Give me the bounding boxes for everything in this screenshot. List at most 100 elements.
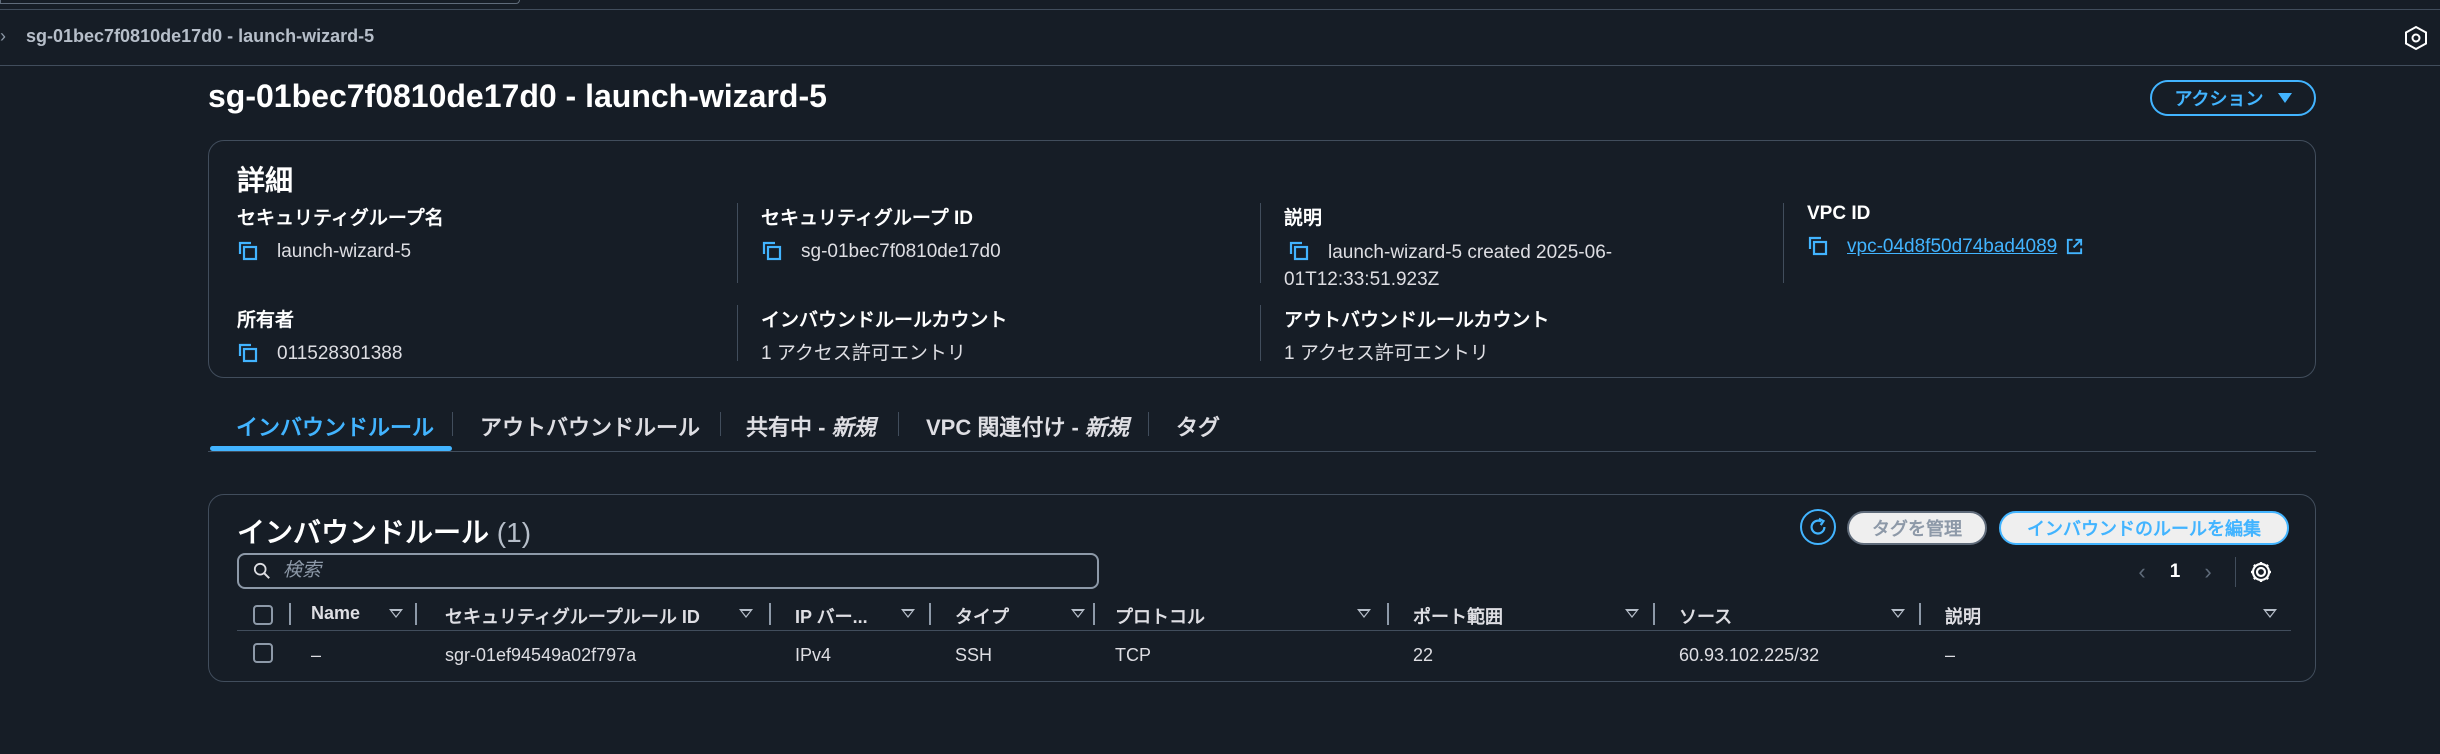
copy-icon[interactable] [761,240,783,262]
cell-protocol: TCP [1115,645,1151,665]
sg-id-value: sg-01bec7f0810de17d0 [801,241,1001,262]
tab-divider [720,412,721,436]
description-label: 説明 [1284,208,1323,229]
sort-icon[interactable] [739,609,753,618]
page-number[interactable]: 1 [2157,561,2193,583]
sg-id-label: セキュリティグループ ID [761,208,973,229]
col-name[interactable]: Name [311,603,360,624]
search-input[interactable] [283,560,1063,582]
description-value-line2: 01T12:33:51.923Z [1284,269,1440,290]
tab-vpc-label: VPC 関連付け - [926,415,1085,440]
tab-sharing-label: 共有中 - [746,415,832,440]
tab-divider [452,412,453,436]
active-tab-indicator [210,446,452,451]
actions-button[interactable]: アクション [2150,80,2316,116]
cell-source: 60.93.102.225/32 [1679,645,1820,665]
sg-id-field: セキュリティグループ ID sg-01bec7f0810de17d0 [737,203,1281,283]
col-type[interactable]: タイプ [955,603,1009,629]
select-all-checkbox[interactable] [253,605,273,625]
browser-top-strip [0,0,2440,10]
cell-name: – [311,645,322,665]
row-checkbox[interactable] [253,643,273,663]
col-source[interactable]: ソース [1679,603,1732,629]
breadcrumb-current: sg-01bec7f0810de17d0 - launch-wizard-5 [26,26,375,46]
pagination: ‹ 1 › [2127,557,2274,587]
sort-icon[interactable] [2263,609,2277,618]
vpc-id-link[interactable]: vpc-04d8f50d74bad4089 [1847,233,2057,260]
sort-icon[interactable] [1891,609,1905,618]
sort-icon[interactable] [1071,609,1085,618]
vpc-id-label: VPC ID [1807,203,1871,224]
cell-rule-id: sgr-01ef94549a02f797a [445,645,637,665]
sg-name-value: launch-wizard-5 [277,241,412,262]
col-port-range[interactable]: ポート範囲 [1413,603,1503,629]
edit-inbound-rules-button[interactable]: インバウンドのルールを編集 [1999,511,2289,545]
sort-icon[interactable] [1625,609,1639,618]
manage-tags-button[interactable]: タグを管理 [1847,511,1987,545]
chevron-right-icon[interactable]: › [0,26,14,48]
sort-icon[interactable] [901,609,915,618]
description-value-line1: launch-wizard-5 created 2025-06- [1328,242,1613,263]
gear-icon[interactable] [2248,559,2274,585]
copy-icon[interactable] [1288,240,1310,262]
search-icon [253,562,270,579]
col-description[interactable]: 説明 [1945,603,1981,629]
table-row[interactable]: – sgr-01ef94549a02f797a IPv4 SSH TCP 22 … [237,633,2291,673]
details-panel: 詳細 セキュリティグループ名 launch-wizard-5 セキュリティグルー… [208,140,2316,378]
actions-label: アクション [2174,89,2264,109]
owner-label: 所有者 [237,310,295,331]
column-divider [289,603,291,625]
copy-icon[interactable] [1807,235,1829,257]
inbound-rules-panel: インバウンドルール (1) タグを管理 インバウンドのルールを編集 ‹ 1 › … [208,494,2316,682]
tab-divider [898,412,899,436]
page-title: sg-01bec7f0810de17d0 - launch-wizard-5 [208,78,827,114]
tab-inbound-rules[interactable]: インバウンドルール [236,410,434,442]
external-link-icon[interactable] [2065,237,2084,256]
tab-tags[interactable]: タグ [1176,410,1220,442]
inbound-count-label: インバウンドルールカウント [761,310,1008,331]
owner-field: 所有者 011528301388 [237,305,757,367]
refresh-icon [1810,517,1826,535]
outbound-count-value: 1 アクセス許可エントリ [1284,343,1489,364]
vpc-id-field: VPC ID vpc-04d8f50d74bad4089 [1783,203,2327,283]
inbound-count-field: インバウンドルールカウント 1 アクセス許可エントリ [737,305,1281,367]
tab-sharing-new: 新規 [831,415,876,440]
tab-vpc-new: 新規 [1084,415,1129,440]
column-divider[interactable] [1653,603,1655,625]
cell-ip-version: IPv4 [795,645,832,665]
tab-divider [1148,412,1149,436]
col-protocol[interactable]: プロトコル [1115,603,1205,629]
pager-divider [2235,557,2236,587]
tab-sharing[interactable]: 共有中 - 新規 [746,410,876,442]
rules-heading-text: インバウンドルール [237,517,490,548]
tab-bar: インバウンドルール アウトバウンドルール 共有中 - 新規 VPC 関連付け -… [208,400,2316,452]
outbound-count-field: アウトバウンドルールカウント 1 アクセス許可エントリ [1260,305,1804,367]
col-rule-id[interactable]: セキュリティグループルール ID [445,603,700,629]
sort-icon[interactable] [389,609,403,618]
rules-heading: インバウンドルール (1) [237,511,531,551]
column-divider[interactable] [1919,603,1921,625]
tab-vpc-associations[interactable]: VPC 関連付け - 新規 [926,410,1129,442]
prev-page-icon[interactable]: ‹ [2127,559,2157,585]
column-divider[interactable] [929,603,931,625]
column-divider[interactable] [769,603,771,625]
copy-icon[interactable] [237,342,259,364]
next-page-icon[interactable]: › [2193,559,2223,585]
sort-icon[interactable] [1357,609,1371,618]
refresh-button[interactable] [1800,509,1836,545]
outbound-count-label: アウトバウンドルールカウント [1284,310,1550,331]
breadcrumb: › sg-01bec7f0810de17d0 - launch-wizard-5 [0,10,2440,66]
copy-icon[interactable] [237,240,259,262]
col-ip-version[interactable]: IP バー... [795,603,868,629]
details-heading: 詳細 [237,165,294,196]
rules-count: (1) [496,517,532,548]
description-field: 説明 launch-wizard-5 created 2025-06- 01T1… [1260,203,1804,293]
search-field[interactable] [237,553,1099,589]
column-divider[interactable] [1387,603,1389,625]
help-hexagon-icon[interactable] [2402,24,2430,52]
caret-down-icon [2277,93,2292,103]
column-divider[interactable] [415,603,417,625]
column-divider[interactable] [1093,603,1095,625]
tab-outbound-rules[interactable]: アウトバウンドルール [480,410,700,442]
cell-type: SSH [955,645,993,665]
